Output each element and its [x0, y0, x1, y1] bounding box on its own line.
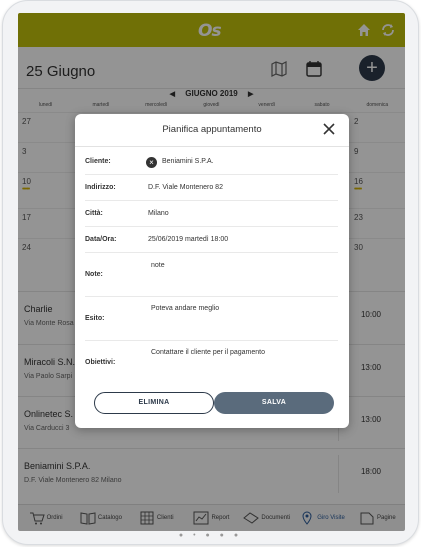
- field-label: Indirizzo:: [85, 184, 116, 191]
- field-label: Città:: [85, 210, 103, 217]
- close-icon[interactable]: [322, 122, 336, 136]
- field-label: Cliente:: [85, 158, 111, 165]
- field-citta: Città: Milano: [85, 201, 338, 227]
- tablet-frame: Os 25 Giugno + ◀ GIUGNO 2019 ▶ lunedì ma…: [2, 0, 419, 545]
- field-data-ora: Data/Ora: 25/06/2019 martedì 18:00: [85, 227, 338, 253]
- field-obiettivi: Obiettivi: Contattare il cliente per il …: [85, 341, 338, 385]
- field-label: Esito:: [85, 315, 105, 322]
- save-button[interactable]: SALVA: [214, 392, 334, 414]
- datetime-value[interactable]: 25/06/2019 martedì 18:00: [148, 236, 228, 243]
- objectives-input[interactable]: Contattare il cliente per il pagamento: [151, 349, 265, 356]
- notes-input[interactable]: note: [151, 262, 165, 269]
- dialog-title: Pianifica appuntamento: [162, 124, 262, 135]
- city-value[interactable]: Milano: [148, 210, 169, 217]
- field-label: Data/Ora:: [85, 236, 117, 243]
- page-indicator: ● • ● ● ●: [178, 532, 243, 539]
- field-indirizzo: Indirizzo: D.F. Viale Montenero 82: [85, 175, 338, 201]
- field-esito: Esito: Poteva andare meglio: [85, 297, 338, 341]
- field-cliente: Cliente: × Beniamini S.P.A.: [85, 150, 338, 175]
- divider: [75, 146, 349, 147]
- field-note: Note: note: [85, 253, 338, 297]
- outcome-input[interactable]: Poteva andare meglio: [151, 305, 219, 312]
- field-label: Note:: [85, 271, 103, 278]
- clear-client-icon[interactable]: ×: [146, 157, 157, 168]
- appointment-dialog: Pianifica appuntamento Cliente: × Beniam…: [75, 114, 349, 428]
- address-value[interactable]: D.F. Viale Montenero 82: [148, 184, 223, 191]
- client-value[interactable]: Beniamini S.P.A.: [162, 158, 214, 165]
- delete-button[interactable]: ELIMINA: [94, 392, 214, 414]
- field-label: Obiettivi:: [85, 359, 116, 366]
- app-screen: Os 25 Giugno + ◀ GIUGNO 2019 ▶ lunedì ma…: [18, 13, 405, 531]
